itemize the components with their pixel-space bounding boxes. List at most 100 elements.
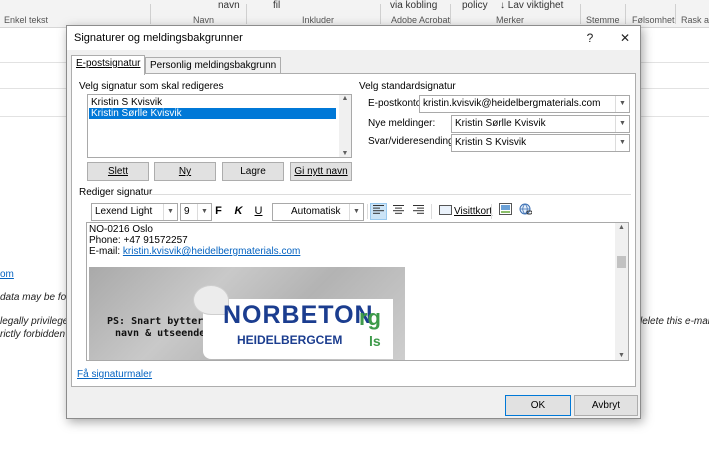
signature-list-item[interactable]: Kristin S Kvisvik — [89, 97, 336, 108]
signature-list-item-selected[interactable]: Kristin Sørlle Kvisvik — [89, 108, 336, 119]
cancel-button[interactable]: Avbryt — [574, 395, 638, 416]
new-button[interactable]: Ny — [154, 162, 216, 181]
ribbon-policy-button[interactable]: policy — [462, 0, 488, 11]
new-messages-label: Nye meldinger: — [368, 118, 436, 129]
ribbon-separator — [625, 4, 626, 24]
ribbon-lav-viktighet-button[interactable]: ↓ Lav viktighet — [500, 0, 563, 11]
dialog-title: Signaturer og meldingsbakgrunner — [74, 32, 243, 44]
insert-picture-icon[interactable] — [497, 203, 514, 220]
dialog-titlebar: Signaturer og meldingsbakgrunner ? ✕ — [67, 26, 640, 50]
ribbon-separator — [675, 4, 676, 24]
help-button[interactable]: ? — [581, 29, 599, 47]
font-size-value: 9 — [184, 206, 190, 217]
ribbon-group-stemme: Stemme — [586, 15, 620, 25]
edit-signature-label: Rediger signatur — [79, 187, 153, 198]
align-right-icon[interactable] — [410, 203, 427, 220]
signature-banner-image: PS: Snart bytter vi navn & utseende NORB… — [89, 267, 405, 360]
reply-forward-select[interactable]: Kristin S Kvisvik ▼ — [451, 134, 630, 152]
ribbon-group-rask: Rask av — [681, 15, 709, 25]
scroll-down-icon[interactable]: ▼ — [615, 352, 628, 359]
banner-brand-logo: NORBETON — [223, 301, 374, 329]
chevron-down-icon[interactable]: ▼ — [615, 96, 629, 112]
chevron-down-icon[interactable]: ▼ — [349, 204, 363, 220]
insert-hyperlink-icon[interactable] — [517, 203, 534, 220]
scroll-up-icon[interactable]: ▲ — [339, 95, 351, 102]
banner-sub-logo: HEIDELBERGCEM — [237, 333, 343, 347]
choose-signature-label: Velg signatur som skal redigeres — [79, 81, 224, 92]
delete-button[interactable]: Slett — [87, 162, 149, 181]
toolbar-separator — [431, 204, 432, 219]
new-messages-value: Kristin Sørlle Kvisvik — [455, 118, 546, 129]
banner-green-logo: rg — [359, 305, 381, 330]
group-divider — [148, 194, 631, 195]
background-text: lelete this e-mail — [640, 316, 709, 327]
ribbon-group-enkel-tekst: Enkel tekst — [4, 15, 49, 25]
background-text: rictly forbidden — [0, 329, 66, 340]
signatures-dialog: Signaturer og meldingsbakgrunner ? ✕ E-p… — [66, 25, 641, 419]
new-button-label: Ny — [178, 166, 192, 177]
ribbon-separator — [580, 4, 581, 24]
close-button[interactable]: ✕ — [616, 29, 634, 47]
font-color-select[interactable]: Automatisk ▼ — [272, 203, 364, 221]
scroll-down-icon[interactable]: ▼ — [339, 150, 351, 157]
ribbon-lav-viktighet-label: Lav viktighet — [507, 0, 564, 11]
editor-scrollbar[interactable]: ▲ ▼ — [615, 223, 628, 360]
background-text: legally privilege — [0, 316, 69, 327]
ribbon-group-inkluder: Inkluder — [302, 15, 335, 25]
new-messages-select[interactable]: Kristin Sørlle Kvisvik ▼ — [451, 115, 630, 133]
business-card-button[interactable]: Visittkort — [439, 203, 492, 220]
default-signature-heading: Velg standardsignatur — [359, 81, 456, 92]
email-prefix: E-mail: — [89, 246, 123, 257]
signature-editor[interactable]: NO-0216 Oslo Phone: +47 91572257 E-mail:… — [86, 222, 629, 361]
save-button-label: Lagre — [240, 166, 266, 177]
rename-button[interactable]: Gi nytt navn — [290, 162, 352, 181]
editor-line: E-mail: kristin.kvisvik@heidelbergmateri… — [89, 246, 300, 257]
italic-button[interactable]: K — [230, 203, 247, 220]
font-size-select[interactable]: 9 ▼ — [180, 203, 212, 221]
chevron-down-icon[interactable]: ▼ — [163, 204, 177, 220]
align-center-icon[interactable] — [390, 203, 407, 220]
ribbon-group-navn: Navn — [193, 15, 215, 25]
tab-email-signature-label: E-postsignatur — [76, 58, 141, 69]
font-color-value: Automatisk — [291, 206, 341, 217]
background-link[interactable]: om — [0, 269, 14, 280]
tab-personal-background[interactable]: Personlig meldingsbakgrunn — [145, 57, 282, 74]
get-templates-link[interactable]: Få signaturmaler — [77, 369, 152, 380]
ok-button[interactable]: OK — [505, 395, 571, 416]
scroll-up-icon[interactable]: ▲ — [615, 224, 628, 231]
ribbon-via-kobling-button[interactable]: via kobling — [390, 0, 437, 11]
signature-list-scrollbar[interactable]: ▲ ▼ — [339, 95, 351, 157]
editor-line: Phone: +47 91572257 — [89, 235, 188, 246]
align-left-icon[interactable] — [370, 203, 387, 220]
chevron-down-icon[interactable]: ▼ — [615, 116, 629, 132]
bold-button[interactable]: F — [210, 203, 227, 220]
rename-button-label: Gi nytt navn — [294, 166, 348, 177]
underline-button[interactable]: U — [250, 203, 267, 220]
toolbar-separator — [491, 204, 492, 219]
chevron-down-icon[interactable]: ▼ — [197, 204, 211, 220]
tab-email-signature[interactable]: E-postsignatur — [71, 55, 146, 75]
editor-line: NO-0216 Oslo — [89, 224, 153, 235]
email-link[interactable]: kristin.kvisvik@heidelbergmaterials.com — [123, 246, 300, 257]
ribbon-group-folsomhet: Følsomhet — [632, 15, 675, 25]
email-account-value: kristin.kvisvik@heidelbergmaterials.com — [423, 98, 601, 109]
ribbon-separator — [380, 4, 381, 24]
ribbon: Enkel tekst navn Navn fil Inkluder via k… — [0, 0, 709, 28]
save-button[interactable]: Lagre — [222, 162, 284, 181]
email-account-select[interactable]: kristin.kvisvik@heidelbergmaterials.com … — [419, 95, 630, 113]
ribbon-group-merker: Merker — [496, 15, 525, 25]
font-select[interactable]: Lexend Light ▼ — [91, 203, 178, 221]
ribbon-fil-button[interactable]: fil — [273, 0, 280, 11]
business-card-icon — [439, 205, 452, 215]
background-text: data may be fo — [0, 292, 67, 303]
ribbon-separator — [150, 4, 151, 24]
ribbon-navn-button[interactable]: navn — [218, 0, 240, 11]
toolbar-separator — [367, 204, 368, 219]
delete-button-label: Slett — [107, 166, 128, 177]
scroll-thumb[interactable] — [617, 256, 626, 268]
email-account-label: E-postkonto: — [368, 98, 425, 109]
chevron-down-icon[interactable]: ▼ — [615, 135, 629, 151]
signature-list[interactable]: Kristin S Kvisvik Kristin Sørlle Kvisvik… — [87, 94, 352, 158]
ribbon-group-adobe: Adobe Acrobat — [391, 15, 451, 25]
banner-green-logo-sub: ls — [369, 333, 381, 349]
